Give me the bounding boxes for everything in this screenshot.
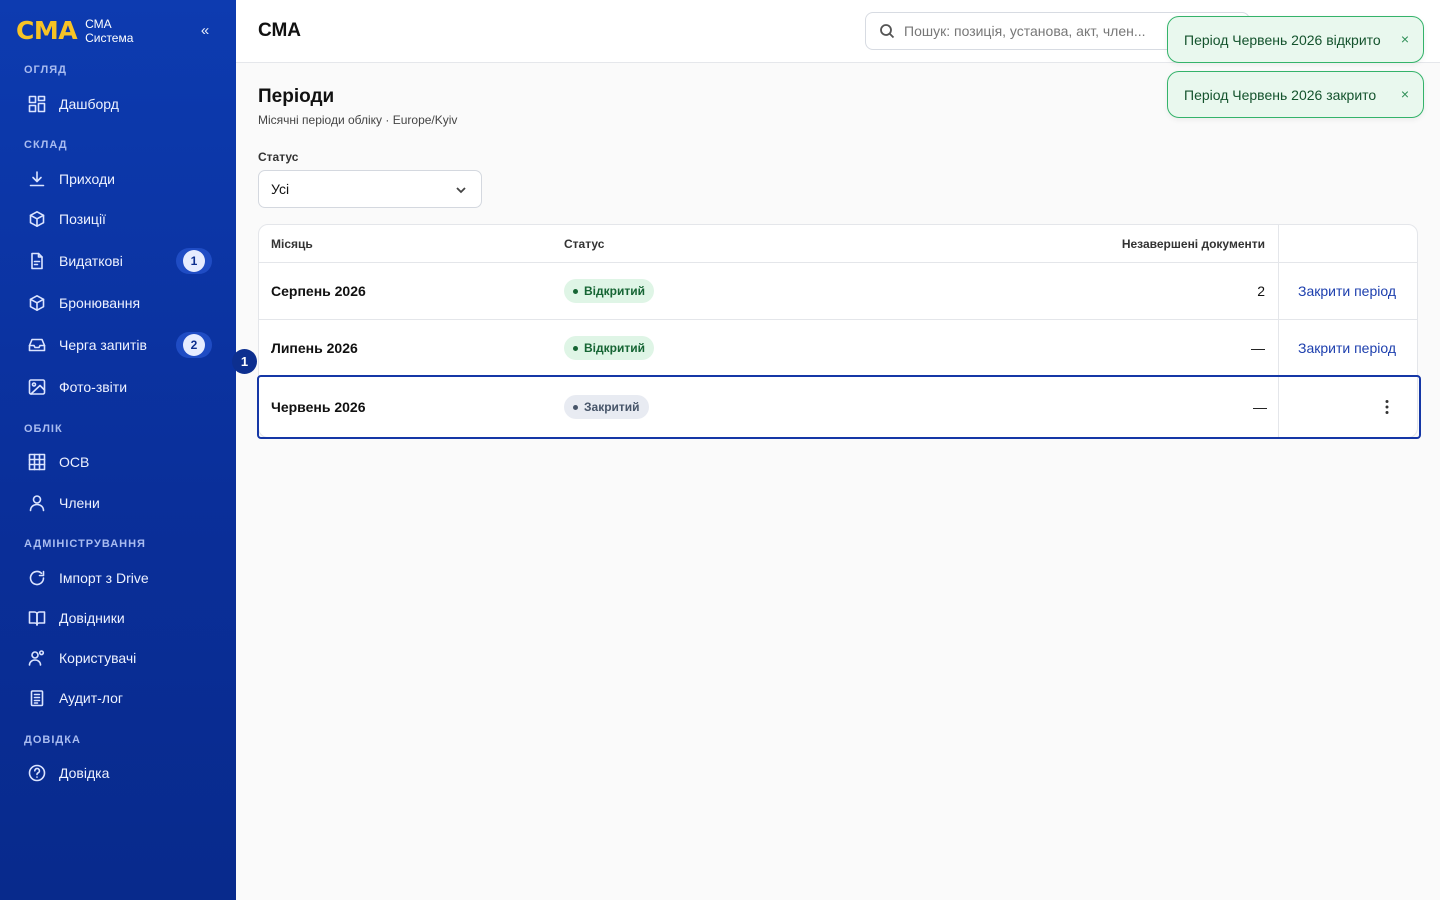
table-row-selected[interactable]: Червень 2026 Закритий — xyxy=(257,375,1421,439)
status-dot xyxy=(573,404,578,410)
collapse-sidebar-button[interactable]: « xyxy=(196,22,214,40)
sidebar-item-help[interactable]: Довідка xyxy=(12,756,224,790)
sidebar-item-label: Довідка xyxy=(59,765,110,781)
status-dot xyxy=(573,345,578,351)
sidebar-item-members[interactable]: Члени xyxy=(12,486,224,520)
sidebar: СМА СМА Система « ОГЛЯД Дашборд СКЛАД Пр… xyxy=(0,0,236,900)
box-icon xyxy=(28,210,46,228)
image-icon xyxy=(28,378,46,396)
users-icon xyxy=(28,649,46,667)
table-header: Місяць Статус Незавершені документи xyxy=(259,225,1417,263)
count-badge-value: 2 xyxy=(183,334,205,356)
status-badge-label: Закритий xyxy=(584,400,640,414)
close-period-button[interactable]: Закрити період xyxy=(1298,340,1396,356)
status-badge-label: Відкритий xyxy=(584,341,645,355)
clipboard-icon xyxy=(28,689,46,707)
inbox-icon xyxy=(28,336,46,354)
sidebar-item-label: Користувачі xyxy=(59,650,137,666)
table-row[interactable]: Липень 2026 Відкритий — Закрити період xyxy=(259,320,1417,377)
cell-pending-docs: — xyxy=(1253,399,1267,415)
section-label-overview: ОГЛЯД xyxy=(24,64,67,76)
sidebar-item-label: Черга запитів xyxy=(59,337,147,353)
status-badge: Відкритий xyxy=(564,279,654,303)
brand[interactable]: СМА СМА Система xyxy=(16,16,133,46)
section-label-accounting: ОБЛІК xyxy=(24,423,63,435)
table-icon xyxy=(28,453,46,471)
status-filter-value: Усі xyxy=(271,181,290,197)
count-badge: 2 xyxy=(176,332,212,358)
close-period-button[interactable]: Закрити період xyxy=(1298,283,1396,299)
section-label-warehouse: СКЛАД xyxy=(24,139,68,151)
chevron-down-icon xyxy=(455,183,467,195)
cell-month: Липень 2026 xyxy=(271,340,358,356)
sidebar-item-users[interactable]: Користувачі xyxy=(12,641,224,675)
cell-month: Серпень 2026 xyxy=(271,283,366,299)
document-icon xyxy=(28,252,46,270)
sidebar-item-osv[interactable]: ОСВ xyxy=(12,445,224,479)
count-badge: 1 xyxy=(176,248,212,274)
sidebar-item-label: Видаткові xyxy=(59,253,123,269)
sidebar-item-label: ОСВ xyxy=(59,454,90,470)
sidebar-item-label: Імпорт з Drive xyxy=(59,570,149,586)
sidebar-item-label: Дашборд xyxy=(59,96,119,112)
sidebar-item-label: Приходи xyxy=(59,171,115,187)
sidebar-item-directories[interactable]: Довідники xyxy=(12,601,224,635)
dashboard-icon xyxy=(28,95,46,113)
toast-notification: Період Червень 2026 закрито × xyxy=(1167,71,1424,118)
status-badge: Закритий xyxy=(564,395,649,419)
brand-logo: СМА xyxy=(16,16,78,45)
more-vertical-icon[interactable] xyxy=(1379,397,1395,417)
count-badge-value: 1 xyxy=(183,250,205,272)
brand-line-1: СМА xyxy=(85,17,112,31)
cell-pending-docs: — xyxy=(1251,340,1265,356)
status-filter-label: Статус xyxy=(258,150,299,164)
book-icon xyxy=(28,609,46,627)
sidebar-item-expense-docs[interactable]: Видаткові 1 xyxy=(12,244,224,278)
brand-line-2: Система xyxy=(85,31,134,45)
brand-text: СМА Система xyxy=(85,17,133,45)
sidebar-item-label: Фото-звіти xyxy=(59,379,128,395)
sidebar-item-positions[interactable]: Позиції xyxy=(12,202,224,236)
sidebar-item-label: Довідники xyxy=(59,610,125,626)
refresh-icon xyxy=(28,569,46,587)
status-badge-label: Відкритий xyxy=(584,284,645,298)
status-badge: Відкритий xyxy=(564,336,654,360)
toast-text: Період Червень 2026 закрито xyxy=(1184,86,1377,103)
periods-table: Місяць Статус Незавершені документи Серп… xyxy=(257,224,1421,439)
cell-pending-docs: 2 xyxy=(1257,283,1265,299)
user-icon xyxy=(28,494,46,512)
step-marker: 1 xyxy=(232,349,257,374)
page-subtitle: Місячні періоди обліку · Europe/Kyiv xyxy=(258,113,458,127)
status-dot xyxy=(573,288,578,294)
status-filter-select[interactable]: Усі xyxy=(258,170,482,208)
help-icon xyxy=(28,764,46,782)
sidebar-item-audit-log[interactable]: Аудит-лог xyxy=(12,681,224,715)
toast-text: Період Червень 2026 відкрито xyxy=(1184,31,1381,48)
sidebar-item-label: Аудит-лог xyxy=(59,690,123,706)
sidebar-item-dashboard[interactable]: Дашборд xyxy=(12,87,224,121)
sidebar-item-receipts[interactable]: Приходи xyxy=(12,162,224,196)
sidebar-item-reservations[interactable]: Бронювання xyxy=(12,286,224,320)
sidebar-item-label: Члени xyxy=(59,495,100,511)
section-label-help: ДОВІДКА xyxy=(24,734,81,746)
column-header-month: Місяць xyxy=(271,237,313,251)
sidebar-item-label: Позиції xyxy=(59,211,106,227)
toast-notification: Період Червень 2026 відкрито × xyxy=(1167,16,1424,63)
sidebar-item-label: Бронювання xyxy=(59,295,141,311)
search-icon xyxy=(879,23,895,39)
sidebar-item-drive-import[interactable]: Імпорт з Drive xyxy=(12,561,224,595)
page-title: Періоди xyxy=(258,86,335,107)
column-header-pending-docs: Незавершені документи xyxy=(1121,237,1265,251)
table-row[interactable]: Серпень 2026 Відкритий 2 Закрити період xyxy=(259,263,1417,320)
download-icon xyxy=(28,170,46,188)
close-icon[interactable]: × xyxy=(1401,31,1409,47)
section-label-administration: АДМІНІСТРУВАННЯ xyxy=(24,538,146,550)
sidebar-item-photo-reports[interactable]: Фото-звіти xyxy=(12,370,224,404)
close-icon[interactable]: × xyxy=(1401,86,1409,102)
cell-month: Червень 2026 xyxy=(271,399,366,415)
sidebar-item-request-queue[interactable]: Черга запитів 2 xyxy=(12,328,224,362)
app-title: СМА xyxy=(258,20,302,41)
column-header-status: Статус xyxy=(564,237,605,251)
box-icon xyxy=(28,294,46,312)
